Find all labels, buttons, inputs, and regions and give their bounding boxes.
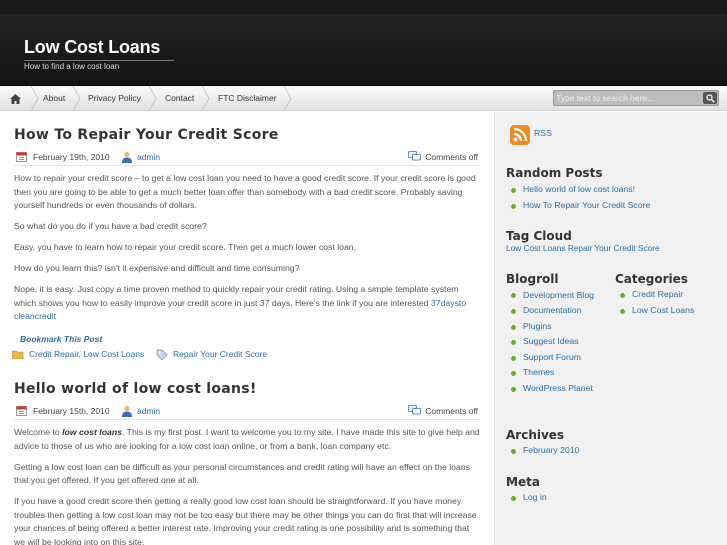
list-item[interactable]: Low Cost Loans [615,303,725,319]
post-paragraph: How do you learn this? isn't it expensiv… [14,263,300,273]
list-item[interactable]: Themes [506,365,616,381]
post-title[interactable]: Hello world of low cost loans! [14,381,480,397]
comments-icon [408,405,421,415]
nav-item-ftc-disclaimer[interactable]: FTC Disclaimer [218,86,277,111]
site-title[interactable]: Low Cost Loans [24,37,160,58]
nav-separator [283,86,292,111]
nav-separator [72,86,81,111]
nav-separator [148,86,157,111]
site-header: Low Cost Loans How to find a low cost lo… [0,0,727,86]
user-icon [122,151,132,163]
comments-icon [408,151,421,161]
widget-title: Archives [506,428,565,442]
post-meta: February 15th, 2010 admin Comments off [14,405,480,420]
list-item[interactable]: February 2010 [506,443,716,459]
home-icon [9,93,21,104]
search-button[interactable] [703,92,717,104]
nav-item-privacy-policy[interactable]: Privacy Policy [88,86,141,111]
user-icon [122,405,132,417]
list-item[interactable]: Documentation [506,303,616,319]
sidebar: RSS Random Posts Hello world of low cost… [494,112,727,545]
meta-list: Log in [506,490,716,506]
tag-link[interactable]: Low Cost Loans [506,243,566,253]
widget-title: Random Posts [506,166,603,180]
post-tags[interactable]: Repair Your Credit Score [173,349,267,359]
post-author[interactable]: admin [137,406,160,416]
widget-title: Blogroll [506,272,559,286]
archives-list: February 2010 [506,443,716,459]
post-paragraph: How to repair your credit score – to get… [14,173,476,210]
search-input[interactable] [556,92,696,104]
post-title[interactable]: How To Repair Your Credit Score [14,127,480,143]
nav-separator [30,86,39,111]
tag-icon [156,349,168,360]
meta-widget: Meta Log in [506,475,716,506]
list-item[interactable]: How To Repair Your Credit Score [506,198,716,214]
nav-item-about[interactable]: About [43,86,65,111]
post-paragraph: Easy, you have to learn how to repair yo… [14,242,357,252]
search-box [553,90,719,106]
list-item[interactable]: Support Forum [506,350,616,366]
post-date: February 15th, 2010 [33,406,110,416]
tag-cloud: Low Cost Loans Repair Your Credit Score [506,243,721,253]
calendar-icon [16,152,27,162]
calendar-icon [16,406,27,416]
tag-cloud-widget: Tag Cloud Low Cost Loans Repair Your Cre… [506,229,721,253]
folder-icon [12,350,24,359]
post-paragraph: Nope, it is easy. Just copy a time prove… [14,284,467,321]
random-posts-widget: Random Posts Hello world of low cost loa… [506,166,716,213]
list-item[interactable]: WordPress Planet [506,381,616,397]
rss-icon [510,125,530,145]
nav-item-contact[interactable]: Contact [165,86,194,111]
random-posts-list: Hello world of low cost loans! How To Re… [506,182,716,213]
post-comments[interactable]: Comments off [425,406,478,416]
site-description: How to find a low cost loan [24,60,174,71]
tag-link[interactable]: Repair Your Credit Score [568,243,660,253]
post-comments[interactable]: Comments off [425,152,478,162]
archives-widget: Archives February 2010 [506,428,716,459]
post-paragraph: So what do you do if you have a bad cred… [14,221,207,231]
widget-title: Tag Cloud [506,229,572,243]
list-item[interactable]: Log in [506,490,716,506]
list-item[interactable]: Credit Repair [615,287,725,303]
nav-separator [201,86,210,111]
list-item[interactable]: Hello world of low cost loans! [506,182,716,198]
rss-link[interactable]: RSS [534,128,552,138]
categories-widget: Categories Credit Repair Low Cost Loans [615,272,725,318]
post: Hello world of low cost loans! February … [14,381,480,545]
blogroll-list: Development Blog Documentation Plugins S… [506,287,616,396]
post-paragraph: If you have a good credit score then get… [14,496,477,545]
post-author[interactable]: admin [137,152,160,162]
list-item[interactable]: Development Blog [506,287,596,303]
list-item[interactable]: Suggest Ideas [506,334,616,350]
widget-title: Meta [506,475,540,489]
post-paragraph: Getting a low cost loan can be difficult… [14,461,471,486]
blogroll-widget: Blogroll Development Blog Documentation … [506,272,616,396]
list-item[interactable]: Plugins [506,319,616,335]
post-date: February 19th, 2010 [33,152,110,162]
post-paragraph: Welcome to low cost loans. This is my fi… [14,427,480,451]
bookmark-link[interactable]: Bookmark This Post [20,334,480,344]
search-icon [705,93,715,103]
nav-home[interactable] [0,86,30,111]
post: How To Repair Your Credit Score February… [12,127,480,360]
post-body: Welcome to low cost loans. This is my fi… [14,426,480,545]
categories-list: Credit Repair Low Cost Loans [615,287,725,318]
widget-title: Categories [615,272,688,286]
post-body: How to repair your credit score – to get… [12,172,480,363]
post-categories[interactable]: Credit Repair, Low Cost Loans [29,349,144,359]
post-meta: February 19th, 2010 admin Comments off [14,151,480,166]
post-footer: Credit Repair, Low Cost Loans Repair You… [12,349,480,363]
